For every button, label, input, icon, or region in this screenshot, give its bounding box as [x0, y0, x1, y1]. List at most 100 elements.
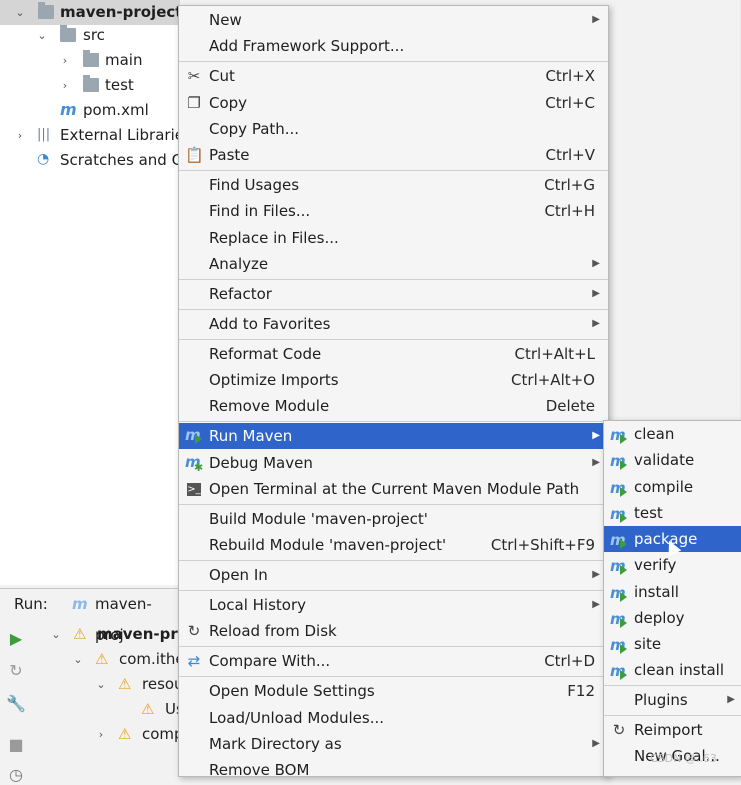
wrench-icon[interactable]: 🔧: [6, 694, 26, 714]
menu-item-reformat-code[interactable]: Reformat Code Ctrl+Alt+L: [179, 341, 608, 367]
tree-label: maven-project: [60, 3, 183, 21]
submenu-item-verify[interactable]: m verify: [604, 552, 741, 578]
menu-item-add-framework-support[interactable]: Add Framework Support...: [179, 33, 608, 59]
menu-separator: [179, 170, 608, 171]
scratches-icon: ◔: [37, 151, 50, 167]
menu-item-label: Run Maven: [209, 427, 293, 445]
menu-item-label: Optimize Imports: [209, 371, 339, 389]
menu-item-add-to-favorites[interactable]: Add to Favorites ▶: [179, 311, 608, 337]
menu-item-label: Find in Files...: [209, 202, 311, 220]
menu-item-shortcut: Delete: [545, 397, 595, 415]
stop-icon[interactable]: ■: [6, 735, 26, 755]
menu-item-label: Copy Path...: [209, 120, 300, 138]
submenu-item-install[interactable]: m install: [604, 579, 741, 605]
submenu-item-clean[interactable]: m clean: [604, 421, 741, 447]
tree-node-main[interactable]: › main: [0, 48, 180, 73]
menu-item-load-unload-modules[interactable]: Load/Unload Modules...: [179, 705, 608, 731]
chevron-right-icon[interactable]: ›: [59, 48, 71, 73]
submenu-item-compile[interactable]: m compile: [604, 474, 741, 500]
submenu-item-label: clean: [634, 425, 675, 443]
submenu-item-validate[interactable]: m validate: [604, 447, 741, 473]
menu-item-label: Remove BOM: [209, 761, 310, 779]
menu-item-paste[interactable]: 📋 Paste Ctrl+V: [179, 142, 608, 168]
chevron-right-icon[interactable]: ›: [59, 73, 71, 98]
tree-node-scratches[interactable]: ◔ Scratches and Co: [0, 148, 191, 173]
chevron-down-icon[interactable]: ⌄: [14, 0, 26, 25]
menu-item-find-in-files[interactable]: Find in Files... Ctrl+H: [179, 198, 608, 224]
menu-item-copy-path[interactable]: Copy Path...: [179, 116, 608, 142]
menu-item-label: Open Module Settings: [209, 682, 375, 700]
menu-item-refactor[interactable]: Refactor ▶: [179, 281, 608, 307]
maven-debug-icon: m ✱: [185, 453, 204, 474]
menu-item-open-in[interactable]: Open In ▶: [179, 562, 608, 588]
maven-run-icon: m: [610, 426, 627, 444]
scissors-icon: ✂: [187, 67, 201, 85]
menu-item-shortcut: Ctrl+D: [544, 652, 595, 670]
submenu-arrow-icon: ▶: [592, 14, 600, 25]
submenu-item-deploy[interactable]: m deploy: [604, 605, 741, 631]
maven-icon: m: [60, 100, 77, 119]
tree-label: Scratches and Co: [60, 151, 192, 169]
folder-icon: [83, 50, 99, 67]
menu-separator: [179, 560, 608, 561]
debug-rerun-icon[interactable]: ↻: [6, 661, 26, 681]
submenu-arrow-icon: ▶: [592, 430, 600, 441]
maven-run-icon: m: [610, 636, 627, 654]
menu-item-remove-bom[interactable]: Remove BOM: [179, 757, 608, 783]
clock-icon[interactable]: ◷: [6, 765, 26, 785]
menu-item-copy[interactable]: ❐ Copy Ctrl+C: [179, 90, 608, 116]
tree-node-src[interactable]: ⌄ src: [0, 23, 180, 48]
menu-item-build-module[interactable]: Build Module 'maven-project': [179, 506, 608, 532]
submenu-item-site[interactable]: m site: [604, 631, 741, 657]
chevron-right-icon[interactable]: ›: [14, 123, 26, 148]
project-tree: ⌄ maven-project ⌄ src › main › test m po…: [0, 0, 191, 585]
menu-item-local-history[interactable]: Local History ▶: [179, 592, 608, 618]
submenu-item-plugins[interactable]: Plugins ▶: [604, 687, 741, 713]
submenu-arrow-icon: ▶: [592, 457, 600, 468]
menu-item-cut[interactable]: ✂ Cut Ctrl+X: [179, 63, 608, 89]
submenu-item-test[interactable]: m test: [604, 500, 741, 526]
submenu-item-reimport[interactable]: ↻ Reimport: [604, 717, 741, 743]
tree-node-external-libraries[interactable]: › ||| External Librarie: [0, 123, 184, 148]
menu-item-remove-module[interactable]: Remove Module Delete: [179, 393, 608, 419]
menu-item-shortcut: Ctrl+Alt+L: [514, 345, 596, 363]
tree-label: pom.xml: [83, 101, 149, 119]
chevron-down-icon[interactable]: ⌄: [36, 23, 48, 48]
submenu-item-label: verify: [634, 556, 677, 574]
menu-item-label: Mark Directory as: [209, 735, 342, 753]
menu-item-open-terminal[interactable]: >_ Open Terminal at the Current Maven Mod…: [179, 476, 608, 502]
submenu-item-label: compile: [634, 478, 694, 496]
submenu-arrow-icon: ▶: [592, 569, 600, 580]
maven-run-icon: m: [610, 452, 627, 470]
menu-item-new[interactable]: New ▶: [179, 7, 608, 33]
submenu-item-clean-install[interactable]: m clean install: [604, 657, 741, 683]
reload-icon: ↻: [612, 721, 626, 739]
tree-node-project[interactable]: ⌄ maven-project: [0, 0, 183, 25]
menu-item-find-usages[interactable]: Find Usages Ctrl+G: [179, 172, 608, 198]
menu-item-shortcut: Ctrl+G: [544, 176, 595, 194]
menu-item-rebuild-module[interactable]: Rebuild Module 'maven-project' Ctrl+Shift…: [179, 532, 608, 558]
tree-node-test[interactable]: › test: [0, 73, 180, 98]
maven-run-icon: m: [185, 426, 202, 444]
menu-item-reload-from-disk[interactable]: ↻ Reload from Disk: [179, 618, 608, 644]
tree-label: test: [105, 76, 134, 94]
tree-label: src: [83, 26, 105, 44]
menu-item-shortcut: F12: [567, 682, 595, 700]
menu-item-optimize-imports[interactable]: Optimize Imports Ctrl+Alt+O: [179, 367, 608, 393]
menu-separator: [604, 685, 741, 686]
menu-item-run-maven[interactable]: m Run Maven ▶: [179, 423, 608, 449]
menu-item-replace-in-files[interactable]: Replace in Files...: [179, 225, 608, 251]
tree-node-pom[interactable]: m pom.xml: [0, 98, 180, 123]
menu-item-label: Find Usages: [209, 176, 300, 194]
menu-item-label: Open Terminal at the Current Maven Modul…: [209, 480, 580, 498]
menu-item-mark-directory-as[interactable]: Mark Directory as ▶: [179, 731, 608, 757]
menu-item-compare-with[interactable]: ⇄ Compare With... Ctrl+D: [179, 648, 608, 674]
menu-item-analyze[interactable]: Analyze ▶: [179, 251, 608, 277]
reload-icon: ↻: [187, 622, 201, 640]
menu-item-open-module-settings[interactable]: Open Module Settings F12: [179, 678, 608, 704]
menu-separator: [179, 646, 608, 647]
maven-run-icon: m: [610, 584, 627, 602]
menu-item-debug-maven[interactable]: m ✱ Debug Maven ▶: [179, 450, 608, 476]
rerun-icon[interactable]: ▶: [6, 629, 26, 649]
menu-separator: [179, 676, 608, 677]
